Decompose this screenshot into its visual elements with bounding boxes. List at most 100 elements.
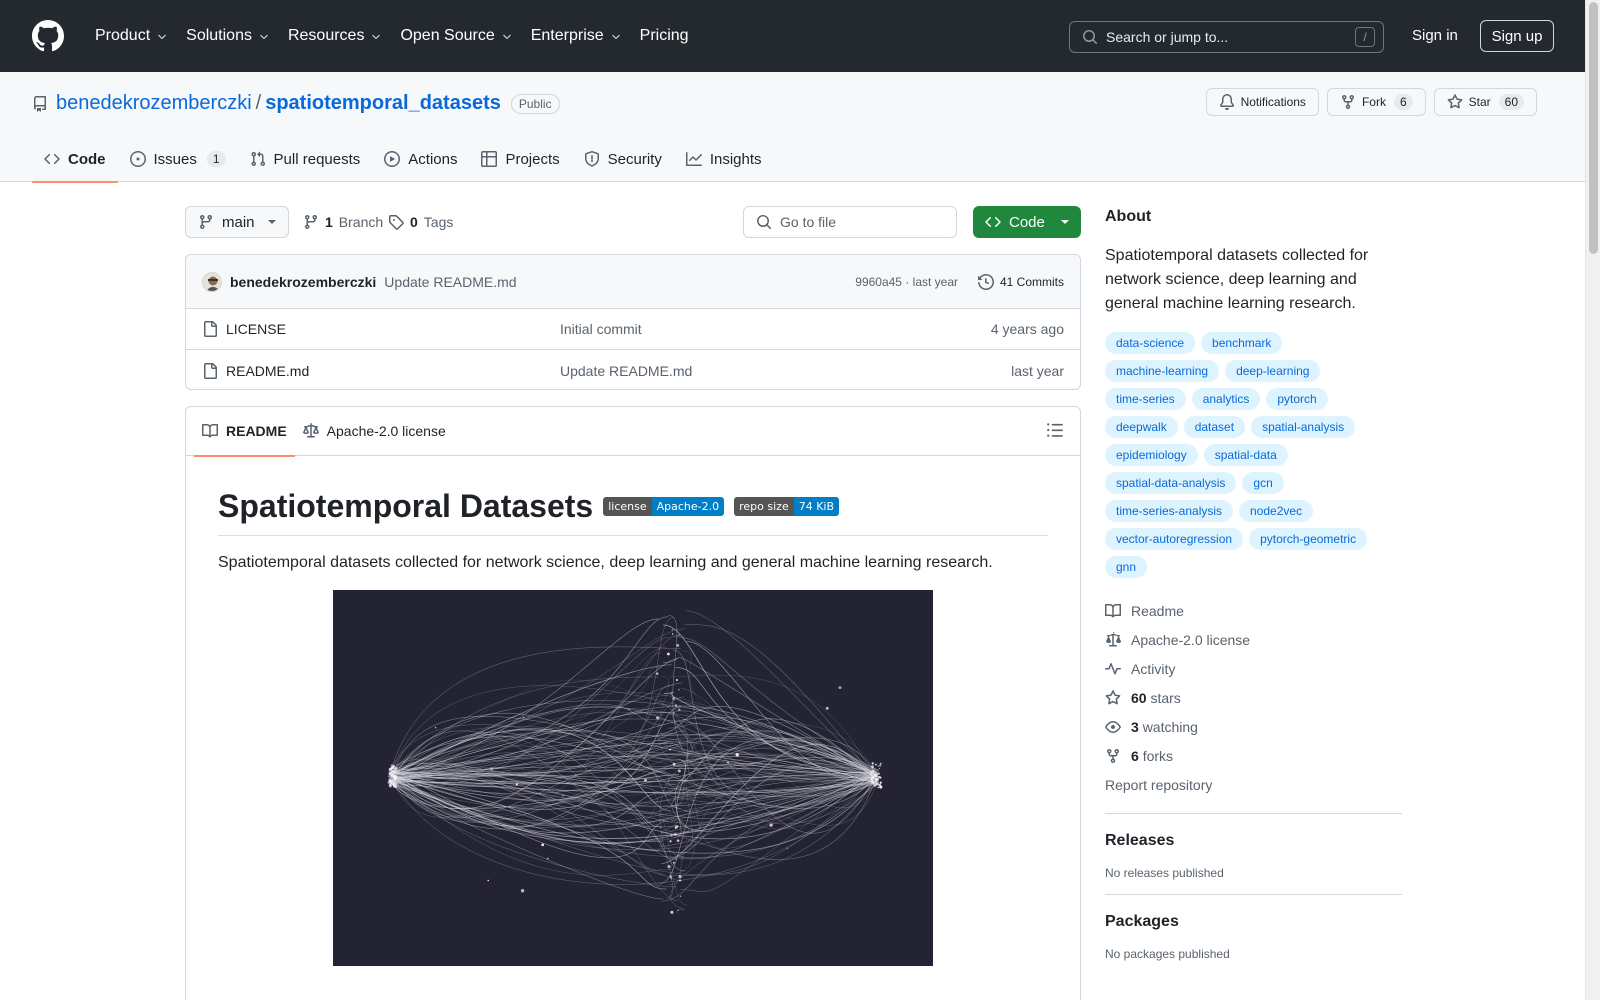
fork-button[interactable]: Fork 6 [1326,88,1426,116]
github-logo-icon[interactable] [32,20,64,52]
repo-icon [34,95,46,112]
watching-link[interactable]: 3 watching [1105,712,1402,741]
tab-actions[interactable]: Actions [372,136,469,182]
topic-tag[interactable]: deep-learning [1225,360,1321,382]
notifications-button[interactable]: Notifications [1205,88,1319,116]
topic-tag[interactable]: pytorch [1266,388,1328,410]
topic-tag[interactable]: deepwalk [1105,416,1178,438]
topic-tag[interactable]: spatial-data [1203,444,1288,466]
topic-tag[interactable]: time-series-analysis [1105,500,1234,522]
file-list: benedekrozemberczki Update README.md 996… [185,254,1081,390]
graph-node [678,688,680,691]
repo-size-badge-right: 74 KiB [793,497,840,516]
nav-open-source[interactable]: Open Source [391,27,521,45]
sign-up-button[interactable]: Sign up [1480,20,1554,52]
topics-list: data-science benchmark machine-learning dee… [1105,332,1402,578]
topic-tag[interactable]: spatial-analysis [1251,416,1356,438]
graph-node [672,762,676,766]
topic-tag[interactable]: machine-learning [1105,360,1220,382]
topic-tag[interactable]: vector-autoregression [1105,528,1244,550]
graph-node [656,716,660,720]
graph-node [669,748,672,751]
commits-history-link[interactable]: 41 Commits [977,273,1064,290]
stars-link[interactable]: 60 stars [1105,683,1402,712]
activity-link[interactable]: Activity [1105,654,1402,683]
tab-readme[interactable]: README [194,407,295,457]
nav-resources[interactable]: Resources [279,27,391,45]
commit-message-link[interactable]: Update README.md [384,274,516,290]
go-to-file-placeholder: Go to file [780,214,837,230]
topic-tag[interactable]: gcn [1242,472,1284,494]
topic-tag[interactable]: epidemiology [1105,444,1198,466]
nav-solutions[interactable]: Solutions [177,27,279,45]
packages-heading[interactable]: Packages [1105,913,1402,931]
repo-owner-link[interactable]: benedekrozemberczki [56,92,252,115]
graph-node [878,767,881,770]
global-search-input[interactable]: Search or jump to... / [1069,21,1384,53]
tab-issues[interactable]: Issues 1 [118,136,238,182]
tag-label: Tags [423,214,454,230]
tab-security[interactable]: Security [572,136,674,182]
scrollbar-thumb[interactable] [1589,2,1598,254]
avatar[interactable] [202,271,222,292]
file-commit-message[interactable]: Initial commit [560,321,642,337]
license-badge[interactable]: license Apache-2.0 [603,497,725,516]
commit-hash-time[interactable]: 9960a45 · last year [855,275,958,289]
graph-node [735,753,739,757]
file-commit-message[interactable]: Update README.md [560,363,692,379]
file-name-link[interactable]: LICENSE [226,321,286,337]
network-graph-art [387,610,883,914]
readme-link[interactable]: Readme [1105,596,1402,625]
topic-tag[interactable]: benchmark [1201,332,1283,354]
graph-node [394,776,398,779]
forks-label: forks [1142,747,1174,764]
page-scrollbar[interactable] [1585,0,1600,1000]
repo-size-badge[interactable]: repo size 74 KiB [734,497,840,516]
graph-node [879,785,883,789]
go-to-file-input[interactable]: Go to file [743,206,957,238]
repo-name-link[interactable]: spatiotemporal_datasets [265,92,501,115]
file-name-link[interactable]: README.md [226,363,309,379]
topic-tag[interactable]: analytics [1191,388,1261,410]
nav-enterprise[interactable]: Enterprise [522,27,631,45]
releases-heading[interactable]: Releases [1105,832,1402,850]
sign-in-link[interactable]: Sign in [1412,27,1458,44]
graph-node [520,889,525,893]
topic-tag[interactable]: gnn [1105,556,1148,578]
tab-projects[interactable]: Projects [469,136,571,182]
nav-product[interactable]: Product [86,27,177,45]
graph-node [669,840,672,843]
topic-tag[interactable]: time-series [1105,388,1186,410]
graph-node [870,772,873,775]
tab-license[interactable]: Apache-2.0 license [295,407,454,456]
graph-node [392,770,396,774]
star-button[interactable]: Star 60 [1433,88,1537,116]
report-repository-link[interactable]: Report repository [1105,770,1402,799]
graph-node [490,767,493,771]
commit-author-link[interactable]: benedekrozemberczki [230,274,376,290]
forks-link[interactable]: 6 forks [1105,741,1402,770]
tags-link[interactable]: 0 Tags [388,214,453,230]
topic-tag[interactable]: node2vec [1239,500,1314,522]
branch-select-button[interactable]: main [185,206,289,238]
list-unordered-icon[interactable] [1046,421,1064,439]
graph-node [669,875,673,878]
tab-insights[interactable]: Insights [674,136,774,182]
topic-tag[interactable]: data-science [1105,332,1196,354]
license-link[interactable]: Apache-2.0 license [1105,625,1402,654]
branches-link[interactable]: 1 Branch [303,214,383,230]
chevron-down-icon [158,34,166,40]
topic-tag[interactable]: dataset [1183,416,1246,438]
graph-node [667,652,670,656]
graph-node [392,765,395,767]
code-dropdown-button[interactable]: Code [973,206,1081,238]
graph-node [487,879,489,882]
topic-tag[interactable]: pytorch-geometric [1249,528,1368,550]
tab-pull-requests[interactable]: Pull requests [238,136,373,182]
topic-tag[interactable]: spatial-data-analysis [1105,472,1237,494]
nav-pricing[interactable]: Pricing [631,27,698,45]
repo-size-badge-left: repo size [734,497,794,516]
nav-enterprise-label: Enterprise [530,27,604,44]
repo-title: benedekrozemberczki / spatiotemporal_dat… [32,92,560,115]
tab-code[interactable]: Code [32,136,118,183]
